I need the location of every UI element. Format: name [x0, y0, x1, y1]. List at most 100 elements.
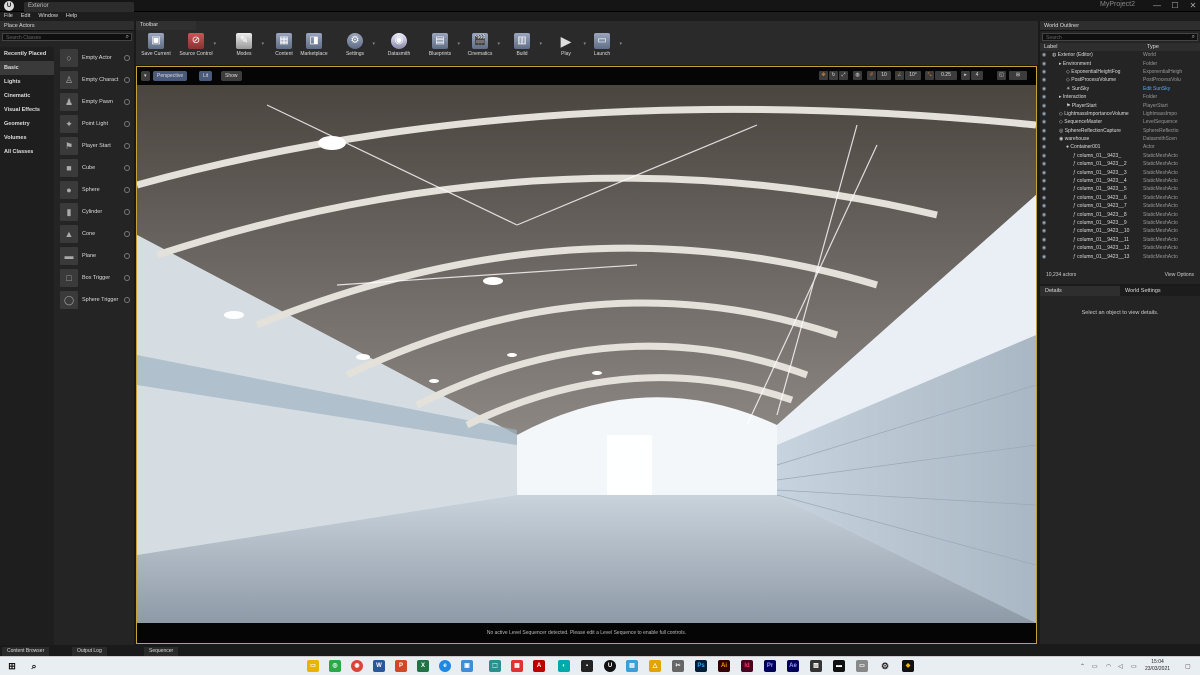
rotation-snap-value[interactable]: 10° [905, 71, 921, 80]
label-column-header[interactable]: Label [1044, 44, 1147, 50]
actor-item[interactable]: □ Box Trigger [56, 267, 134, 289]
visibility-eye-icon[interactable]: ◉ [1040, 128, 1048, 134]
category-visual-effects[interactable]: Visual Effects [0, 103, 54, 117]
visibility-eye-icon[interactable]: ◉ [1040, 203, 1048, 209]
actor-item[interactable]: ■ Cube [56, 157, 134, 179]
close-button[interactable]: ✕ [1184, 0, 1200, 12]
view-options-button[interactable]: View Options [1165, 272, 1194, 278]
file-explorer-icon[interactable]: ▭ [307, 660, 319, 672]
source-control-button[interactable]: ⊘ Source Control ▾ [178, 33, 216, 63]
outliner-row[interactable]: ◉ ◍ Exterior (Editor) World [1040, 51, 1200, 59]
photos-icon[interactable]: ▣ [461, 660, 473, 672]
actor-item[interactable]: ♙ Empty Charact [56, 69, 134, 91]
tab-sequencer[interactable]: Sequencer [144, 647, 179, 656]
viewport-menu-button[interactable]: ▾ [141, 71, 150, 81]
excel-icon[interactable]: X [417, 660, 429, 672]
network-icon[interactable]: ▭ [1092, 663, 1098, 670]
visibility-eye-icon[interactable]: ◉ [1040, 212, 1048, 218]
tab-world-settings[interactable]: World Settings [1120, 286, 1200, 296]
outliner-row[interactable]: ◉ ƒ column_01__9423_ StaticMeshActo [1040, 152, 1200, 160]
visibility-eye-icon[interactable]: ◉ [1040, 195, 1048, 201]
modes-button[interactable]: ✎ Modes ▾ [226, 33, 264, 63]
datasmith-button[interactable]: ◉ Datasmith [381, 33, 417, 63]
outliner-row[interactable]: ◉ ◇ LightmassImportanceVolume LightmassImp… [1040, 110, 1200, 118]
after-effects-icon[interactable]: Ae [787, 660, 799, 672]
scale-icon[interactable]: ⤢ [839, 71, 848, 80]
unreal-engine-icon[interactable]: U [604, 660, 616, 672]
grid-snap-icon[interactable]: # [867, 71, 876, 80]
scale-snap-value[interactable]: 0.25 [935, 71, 957, 80]
outliner-row[interactable]: ◉ ☀ SunSky Edit SunSky [1040, 85, 1200, 93]
app-green-icon[interactable]: ◎ [329, 660, 341, 672]
visibility-eye-icon[interactable]: ◉ [1040, 161, 1048, 167]
visibility-eye-icon[interactable]: ◉ [1040, 136, 1048, 142]
outliner-row[interactable]: ◉ ◎ SphereReflectionCapture SphereReflecti… [1040, 127, 1200, 135]
info-icon[interactable] [124, 99, 130, 105]
info-icon[interactable] [124, 297, 130, 303]
category-cinematic[interactable]: Cinematic [0, 89, 54, 103]
outliner-row[interactable]: ◉ ƒ column_01__9423__8 StaticMeshActo [1040, 210, 1200, 218]
outliner-row[interactable]: ◉ ▸ Environment Folder [1040, 59, 1200, 67]
outliner-row-type[interactable]: Edit SunSky [1143, 86, 1193, 92]
visibility-eye-icon[interactable]: ◉ [1040, 186, 1048, 192]
app-red-icon[interactable]: ▦ [511, 660, 523, 672]
terminal-icon[interactable]: ▬ [833, 660, 845, 672]
info-icon[interactable] [124, 209, 130, 215]
level-viewport[interactable]: ▾ Perspective Lit Show ✥ ↻ ⤢ ◍ # 10 ∠ 10… [136, 66, 1037, 644]
tab-content-browser[interactable]: Content Browser [2, 647, 50, 656]
visibility-eye-icon[interactable]: ◉ [1040, 86, 1048, 92]
visibility-eye-icon[interactable]: ◉ [1040, 237, 1048, 243]
outliner-row[interactable]: ◉ ƒ column_01__9423__12 StaticMeshActo [1040, 244, 1200, 252]
chrome-icon[interactable]: ◉ [351, 660, 363, 672]
app-teal-icon[interactable]: ⬚ [489, 660, 501, 672]
launch-button[interactable]: ▭ Launch ▾ [584, 33, 622, 63]
outliner-row[interactable]: ◉ ◇ ExponentialHeightFog ExponentialHeigh [1040, 68, 1200, 76]
actor-item[interactable]: ▲ Cone [56, 223, 134, 245]
outliner-row[interactable]: ◉ ▸ Interaction Folder [1040, 93, 1200, 101]
menu-help[interactable]: Help [62, 12, 81, 20]
actor-item[interactable]: ⚑ Player Start [56, 135, 134, 157]
category-recently-placed[interactable]: Recently Placed [0, 47, 54, 61]
visibility-eye-icon[interactable]: ◉ [1040, 178, 1048, 184]
visibility-eye-icon[interactable]: ◉ [1040, 153, 1048, 159]
settings-gear-icon[interactable]: ⚙ [879, 660, 891, 672]
camera-speed-value[interactable]: 4 [971, 71, 983, 80]
outliner-row[interactable]: ◉ ƒ column_01__9423__13 StaticMeshActo [1040, 252, 1200, 260]
visibility-eye-icon[interactable]: ◉ [1040, 77, 1048, 83]
maximize-viewport-icon[interactable]: ◱ [997, 71, 1006, 80]
acrobat-icon[interactable]: A [533, 660, 545, 672]
info-icon[interactable] [124, 77, 130, 83]
actor-item[interactable]: ○ Empty Actor [56, 47, 134, 69]
viewport-scene[interactable] [137, 85, 1036, 623]
minimize-button[interactable]: — [1148, 0, 1166, 12]
visibility-eye-icon[interactable]: ◉ [1040, 228, 1048, 234]
visibility-eye-icon[interactable]: ◉ [1040, 245, 1048, 251]
outliner-row[interactable]: ◉ ● Container001 Actor [1040, 143, 1200, 151]
settings-button[interactable]: ⚙ Settings ▾ [337, 33, 375, 63]
layout-icon[interactable]: ⊞ [1009, 71, 1027, 80]
menu-file[interactable]: File [0, 12, 17, 20]
info-icon[interactable] [124, 121, 130, 127]
app-diamond-icon[interactable]: ◆ [902, 660, 914, 672]
visibility-eye-icon[interactable]: ◉ [1040, 119, 1048, 125]
illustrator-icon[interactable]: Ai [718, 660, 730, 672]
type-column-header[interactable]: Type [1147, 44, 1159, 50]
visibility-eye-icon[interactable]: ◉ [1040, 61, 1048, 67]
premiere-icon[interactable]: Pr [764, 660, 776, 672]
app-black-icon[interactable]: ▨ [810, 660, 822, 672]
category-all-classes[interactable]: All Classes [0, 145, 54, 159]
visibility-eye-icon[interactable]: ◉ [1040, 254, 1048, 260]
perspective-button[interactable]: Perspective [153, 71, 188, 81]
actor-item[interactable]: ▮ Cylinder [56, 201, 134, 223]
outliner-row[interactable]: ◉ ⚑ PlayerStart PlayerStart [1040, 101, 1200, 109]
outliner-row[interactable]: ◉ ◇ PostProcessVolume PostProcessVolu [1040, 76, 1200, 84]
category-geometry[interactable]: Geometry [0, 117, 54, 131]
browser-icon[interactable]: e [439, 660, 451, 672]
lit-button[interactable]: Lit [199, 71, 213, 81]
app-blue-icon[interactable]: ▤ [626, 660, 638, 672]
info-icon[interactable] [124, 165, 130, 171]
app-gray-icon[interactable]: ✂ [672, 660, 684, 672]
camera-speed-icon[interactable]: ▸ [961, 71, 970, 80]
play-button[interactable]: ▶ Play ▾ [548, 33, 586, 63]
outliner-search[interactable]: Search ⌕ [1042, 33, 1198, 41]
